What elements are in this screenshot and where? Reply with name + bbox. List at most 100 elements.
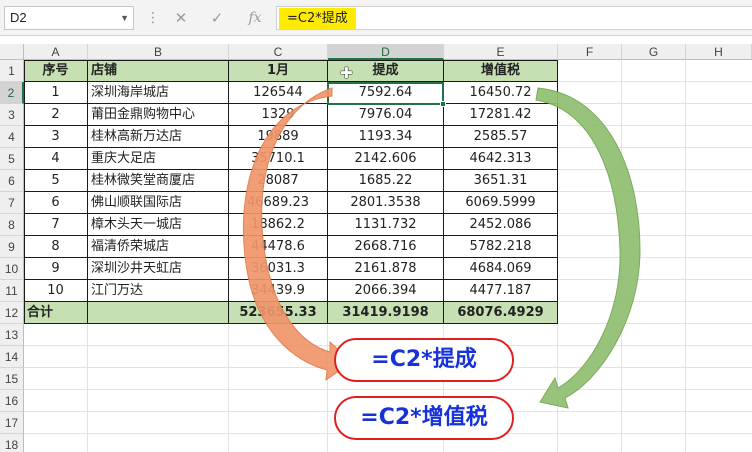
row-header[interactable]: 1: [0, 60, 24, 82]
table-cell[interactable]: 6: [24, 192, 88, 214]
check-icon[interactable]: ✓: [206, 7, 228, 29]
row-header[interactable]: 17: [0, 412, 24, 434]
table-cell[interactable]: 19889: [229, 126, 328, 148]
gridline: [558, 235, 752, 236]
table-cell[interactable]: 重庆大足店: [88, 148, 229, 170]
table-cell[interactable]: 桂林高新万达店: [88, 126, 229, 148]
column-header-g[interactable]: G: [622, 44, 686, 60]
chevron-down-icon[interactable]: ▼: [120, 7, 129, 29]
table-cell[interactable]: 2452.086: [444, 214, 558, 236]
row-header[interactable]: 14: [0, 346, 24, 368]
table-header-cell[interactable]: 店铺: [88, 60, 229, 82]
table-cell[interactable]: 2142.606: [328, 148, 444, 170]
table-cell[interactable]: 9: [24, 258, 88, 280]
table-cell[interactable]: 2: [24, 104, 88, 126]
table-cell[interactable]: 2585.57: [444, 126, 558, 148]
row-header[interactable]: 5: [0, 148, 24, 170]
gridline: [558, 191, 752, 192]
table-cell[interactable]: 10: [24, 280, 88, 302]
table-cell[interactable]: 28087: [229, 170, 328, 192]
table-cell[interactable]: 16450.72: [444, 82, 558, 104]
column-header-e[interactable]: E: [444, 44, 558, 60]
row-header[interactable]: 7: [0, 192, 24, 214]
function-icon[interactable]: fx: [244, 7, 266, 29]
row-header[interactable]: 15: [0, 368, 24, 390]
table-cell[interactable]: 17281.42: [444, 104, 558, 126]
table-header-cell[interactable]: 序号: [24, 60, 88, 82]
table-cell[interactable]: 2801.3538: [328, 192, 444, 214]
row-header[interactable]: 11: [0, 280, 24, 302]
row-header[interactable]: 8: [0, 214, 24, 236]
table-cell[interactable]: 34439.9: [229, 280, 328, 302]
total-cell[interactable]: 68076.4929: [444, 302, 558, 324]
table-header-cell[interactable]: 增值税: [444, 60, 558, 82]
row-header[interactable]: 18: [0, 434, 24, 452]
table-cell[interactable]: 5782.218: [444, 236, 558, 258]
table-cell[interactable]: 2161.878: [328, 258, 444, 280]
column-header-c[interactable]: C: [229, 44, 328, 60]
gridline: [558, 257, 752, 258]
row-header[interactable]: 13: [0, 324, 24, 346]
table-cell[interactable]: 4684.069: [444, 258, 558, 280]
row-header[interactable]: 2: [0, 82, 24, 104]
table-cell[interactable]: 樟木头天一城店: [88, 214, 229, 236]
table-cell[interactable]: 36031.3: [229, 258, 328, 280]
row-header[interactable]: 9: [0, 236, 24, 258]
total-cell[interactable]: 523655.33: [229, 302, 328, 324]
table-cell[interactable]: 1329: [229, 104, 328, 126]
gridline: [558, 103, 752, 104]
table-cell[interactable]: 深圳沙井天虹店: [88, 258, 229, 280]
table-cell[interactable]: 7976.04: [328, 104, 444, 126]
table-cell[interactable]: 4: [24, 148, 88, 170]
table-cell[interactable]: 7: [24, 214, 88, 236]
total-cell[interactable]: [88, 302, 229, 324]
table-cell[interactable]: 桂林微笑堂商厦店: [88, 170, 229, 192]
table-border: [24, 60, 25, 324]
table-cell[interactable]: 福清侨荣城店: [88, 236, 229, 258]
table-cell[interactable]: 35710.1: [229, 148, 328, 170]
column-header-h[interactable]: H: [686, 44, 752, 60]
row-header[interactable]: 10: [0, 258, 24, 280]
table-cell[interactable]: 莆田金鼎购物中心: [88, 104, 229, 126]
table-cell[interactable]: 8: [24, 236, 88, 258]
table-cell[interactable]: 18862.2: [229, 214, 328, 236]
select-all-corner[interactable]: [0, 44, 24, 60]
column-header-f[interactable]: F: [558, 44, 622, 60]
name-box[interactable]: D2 ▼: [4, 6, 134, 30]
close-icon[interactable]: ✕: [170, 7, 192, 29]
table-cell[interactable]: 5: [24, 170, 88, 192]
table-cell[interactable]: 1: [24, 82, 88, 104]
table-cell[interactable]: 7592.64: [328, 82, 444, 104]
row-header[interactable]: 12: [0, 302, 24, 324]
row-header[interactable]: 16: [0, 390, 24, 412]
row-header[interactable]: 4: [0, 126, 24, 148]
table-cell[interactable]: 3651.31: [444, 170, 558, 192]
column-header-d[interactable]: D: [328, 44, 444, 60]
table-cell[interactable]: 4642.313: [444, 148, 558, 170]
table-cell[interactable]: 126544: [229, 82, 328, 104]
formula-input[interactable]: =C2*提成: [276, 6, 752, 30]
row-header[interactable]: 3: [0, 104, 24, 126]
total-cell[interactable]: 合计: [24, 302, 88, 324]
table-cell[interactable]: 2066.394: [328, 280, 444, 302]
table-cell[interactable]: 3: [24, 126, 88, 148]
table-cell[interactable]: 46689.23: [229, 192, 328, 214]
table-cell[interactable]: 1131.732: [328, 214, 444, 236]
column-header-a[interactable]: A: [24, 44, 88, 60]
table-cell[interactable]: 佛山顺联国际店: [88, 192, 229, 214]
table-cell[interactable]: 江门万达: [88, 280, 229, 302]
total-cell[interactable]: 31419.9198: [328, 302, 444, 324]
table-header-cell[interactable]: 1月: [229, 60, 328, 82]
row-header[interactable]: 6: [0, 170, 24, 192]
table-cell[interactable]: 4477.187: [444, 280, 558, 302]
table-cell[interactable]: 1193.34: [328, 126, 444, 148]
gridline: [24, 389, 752, 390]
fill-handle[interactable]: [440, 101, 446, 107]
table-cell[interactable]: 1685.22: [328, 170, 444, 192]
table-cell[interactable]: 44478.6: [229, 236, 328, 258]
callout-commission-formula: =C2*提成: [334, 338, 514, 382]
column-header-b[interactable]: B: [88, 44, 229, 60]
table-cell[interactable]: 深圳海岸城店: [88, 82, 229, 104]
table-cell[interactable]: 2668.716: [328, 236, 444, 258]
table-cell[interactable]: 6069.5999: [444, 192, 558, 214]
